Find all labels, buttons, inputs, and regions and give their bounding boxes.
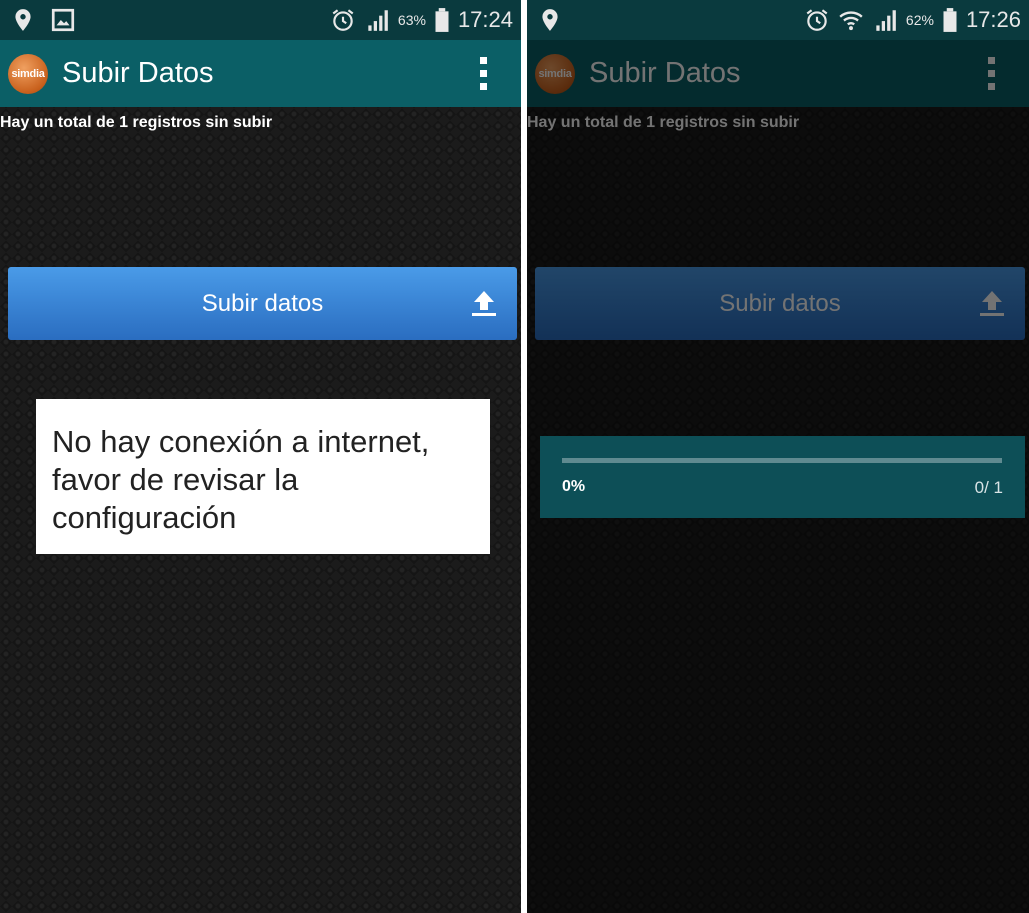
no-connection-toast: No hay conexión a internet, favor de rev… (36, 399, 490, 554)
battery-icon (942, 7, 958, 33)
upload-button-label: Subir datos (719, 289, 841, 317)
clock-time: 17:24 (457, 7, 513, 32)
wifi-icon (838, 7, 864, 33)
upload-progress-dialog: 0% 0/ 1 (540, 436, 1025, 518)
phone-screen-right: 62% 17:26 simdia Subir Datos Hay un tota… (527, 0, 1029, 913)
upload-arrow-icon (977, 288, 1007, 318)
pending-records-text: Hay un total de 1 registros sin subir (0, 114, 273, 131)
alarm-clock-icon (804, 7, 830, 33)
upload-button-label: Subir datos (201, 289, 324, 317)
upload-arrow-icon (469, 288, 499, 318)
battery-percent: 62% (905, 12, 934, 28)
clock-time: 17:26 (965, 7, 1021, 32)
status-bar: 62% 17:26 (527, 0, 1029, 40)
app-logo: simdia (535, 53, 575, 94)
signal-strength-icon (872, 7, 898, 33)
action-bar: simdia Subir Datos (0, 40, 521, 107)
location-pin-icon (537, 7, 563, 33)
phone-screen-left: 63% 17:24 simdia Subir Datos Hay un tota… (0, 0, 521, 913)
upload-data-button[interactable]: Subir datos (8, 267, 517, 340)
alarm-clock-icon (330, 7, 356, 33)
location-pin-icon (10, 7, 36, 33)
overflow-menu-icon[interactable] (463, 49, 503, 99)
status-bar: 63% 17:24 (0, 0, 521, 40)
action-bar: simdia Subir Datos (527, 40, 1029, 107)
signal-strength-icon (364, 7, 390, 33)
upload-data-button[interactable]: Subir datos (535, 267, 1025, 340)
progress-percent: 0% (562, 478, 586, 495)
pending-records-text: Hay un total de 1 registros sin subir (527, 114, 800, 131)
page-title: Subir Datos (62, 57, 214, 89)
progress-bar (562, 458, 1002, 463)
battery-percent: 63% (397, 12, 426, 28)
gallery-image-icon (50, 7, 76, 33)
app-logo: simdia (8, 53, 48, 94)
battery-icon (434, 7, 450, 33)
progress-count: 0/ 1 (974, 478, 1003, 497)
page-title: Subir Datos (589, 57, 741, 89)
overflow-menu-icon[interactable] (971, 49, 1011, 99)
